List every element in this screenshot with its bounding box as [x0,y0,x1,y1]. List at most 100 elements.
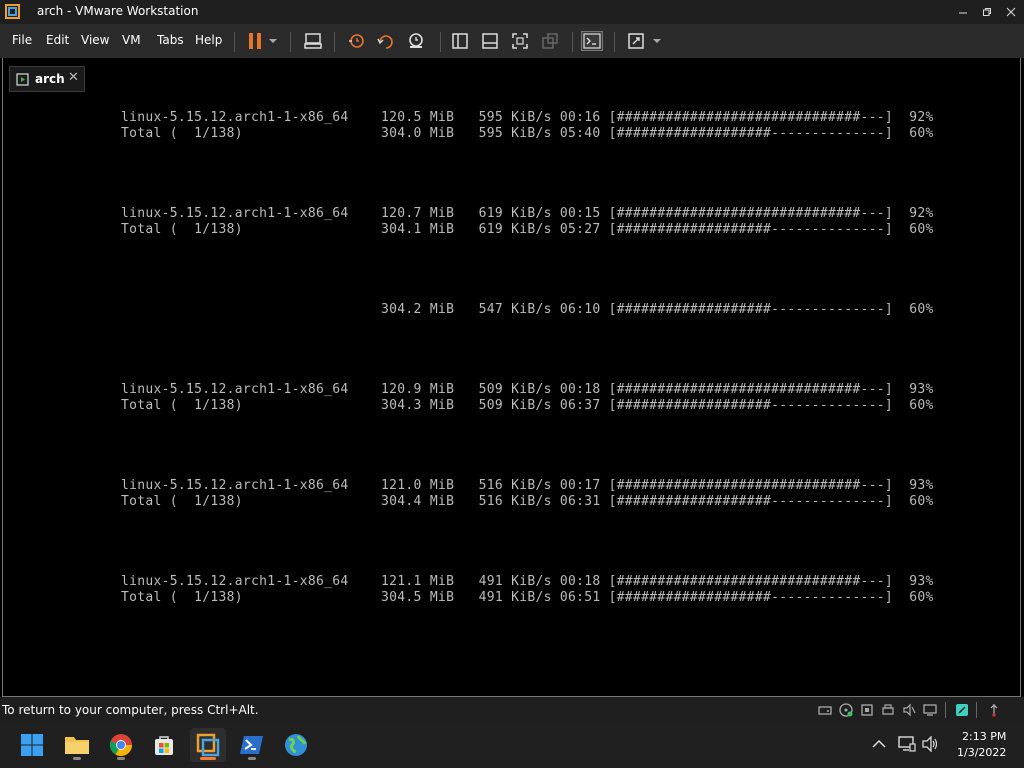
toolbar-separator [440,32,441,52]
windows-taskbar: 2:13 PM 1/3/2022 [0,722,1024,768]
full-screen-button[interactable] [509,31,531,51]
revert-snapshot-button[interactable] [375,31,397,51]
full-screen-icon [512,33,528,49]
sound-card-icon[interactable] [901,702,917,718]
restore-button[interactable] [974,0,1000,24]
vmware-app-icon[interactable] [5,4,20,19]
tab-close-icon[interactable]: ✕ [68,70,79,85]
message-log-icon[interactable] [954,702,970,718]
console-line: linux-5.15.12.arch1-1-x86_64 120.9 MiB 5… [121,382,934,397]
window-title: arch - VMware Workstation [37,4,199,18]
minimize-icon [959,12,967,14]
menu-tabs[interactable]: Tabs [157,33,184,47]
network-globe-icon [285,734,307,756]
send-ctrl-alt-del-button[interactable] [302,31,324,51]
menu-help[interactable]: Help [195,33,222,47]
toolbar-separator [234,32,235,52]
power-dropdown-button[interactable] [266,31,280,51]
close-icon [1006,7,1016,17]
menu-file[interactable]: File [12,33,32,47]
stretch-guest-button[interactable] [625,31,647,51]
console-view-button[interactable] [581,31,603,51]
status-message: To return to your computer, press Ctrl+A… [2,703,259,717]
console-line: linux-5.15.12.arch1-1-x86_64 121.0 MiB 5… [121,478,934,493]
taskbar-file-explorer[interactable] [59,728,95,762]
thumbnail-layout-icon [482,33,498,49]
menu-toolbar: File Edit View VM Tabs Help [0,24,1024,58]
console-line: Total ( 1/138) 304.4 MiB 516 KiB/s 06:31… [121,494,934,509]
menu-view[interactable]: View [81,33,109,47]
tab-strip: arch ✕ [2,58,1021,96]
console-line: 304.2 MiB 547 KiB/s 06:10 [#############… [121,302,934,317]
snapshot-clock-icon [349,34,364,48]
snapshot-manager-button[interactable] [405,31,427,51]
volume-icon[interactable] [922,736,940,752]
hard-disk-icon[interactable] [817,702,833,718]
menu-vm[interactable]: VM [122,33,141,47]
taskbar-powershell[interactable] [234,728,270,762]
status-separator [945,702,946,718]
toolbar-separator [614,32,615,52]
usb-icon[interactable] [986,702,1002,718]
status-bar: To return to your computer, press Ctrl+A… [0,697,1024,722]
taskbar-vmware[interactable] [190,728,226,762]
sidebar-layout-icon [452,33,468,49]
toolbar-separator [572,32,573,52]
console-line: linux-5.15.12.arch1-1-x86_64 121.1 MiB 4… [121,574,934,589]
display-icon[interactable] [922,702,938,718]
restore-icon [983,8,991,16]
title-bar: arch - VMware Workstation [0,0,1024,24]
start-icon [21,734,43,756]
chevron-down-icon [269,39,277,43]
running-indicator [117,757,125,760]
clock-date[interactable]: 1/3/2022 [957,746,1006,759]
running-indicator [73,757,81,760]
vmware-icon [196,733,220,757]
console-line: Total ( 1/138) 304.1 MiB 619 KiB/s 05:27… [121,222,934,237]
console-line: Total ( 1/138) 304.3 MiB 509 KiB/s 06:37… [121,398,934,413]
powershell-icon [240,736,263,754]
file-explorer-icon [65,737,89,754]
stretch-icon [628,33,644,49]
stretch-dropdown-button[interactable] [650,31,664,51]
tab-label: arch [35,72,65,86]
taskbar-chrome[interactable] [103,728,139,762]
cd-dvd-icon[interactable] [838,702,854,718]
show-thumbnail-bar-button[interactable] [479,31,501,51]
clock-time[interactable]: 2:13 PM [962,730,1006,743]
console-line: linux-5.15.12.arch1-1-x86_64 120.5 MiB 5… [121,110,934,125]
status-separator [976,702,977,718]
console-line: linux-5.15.12.arch1-1-x86_64 120.7 MiB 6… [121,206,934,221]
snapshot-manager-icon [409,33,423,48]
show-library-button[interactable] [449,31,471,51]
console-line: Total ( 1/138) 304.5 MiB 491 KiB/s 06:51… [121,590,934,605]
close-button[interactable] [998,0,1024,24]
menu-edit[interactable]: Edit [46,33,69,47]
chevron-down-icon [653,39,661,43]
start-button[interactable] [14,728,50,762]
store-icon [155,736,173,755]
unity-button [539,31,561,51]
chevron-up-icon[interactable] [872,739,886,749]
pause-button[interactable] [244,31,266,51]
active-indicator [200,757,216,760]
taskbar-store[interactable] [146,728,182,762]
tab-arch[interactable]: arch ✕ [9,66,85,92]
console-line: Total ( 1/138) 304.0 MiB 595 KiB/s 05:40… [121,126,934,141]
printer-icon[interactable] [880,702,896,718]
pause-icon [249,33,261,49]
console-prompt-icon [583,33,601,49]
send-keys-icon [304,33,322,49]
toolbar-separator [290,32,291,52]
unity-icon [542,33,558,49]
vm-console[interactable]: linux-5.15.12.arch1-1-x86_64 120.5 MiB 5… [2,96,1021,697]
revert-icon [377,35,393,49]
network-adapter-icon[interactable] [859,702,875,718]
running-indicator [248,757,256,760]
taskbar-network-app[interactable] [278,728,314,762]
chrome-icon [109,734,132,756]
minimize-button[interactable] [950,0,976,24]
snapshot-button[interactable] [345,31,367,51]
vm-tab-icon [16,73,29,86]
network-status-icon[interactable] [898,736,916,752]
